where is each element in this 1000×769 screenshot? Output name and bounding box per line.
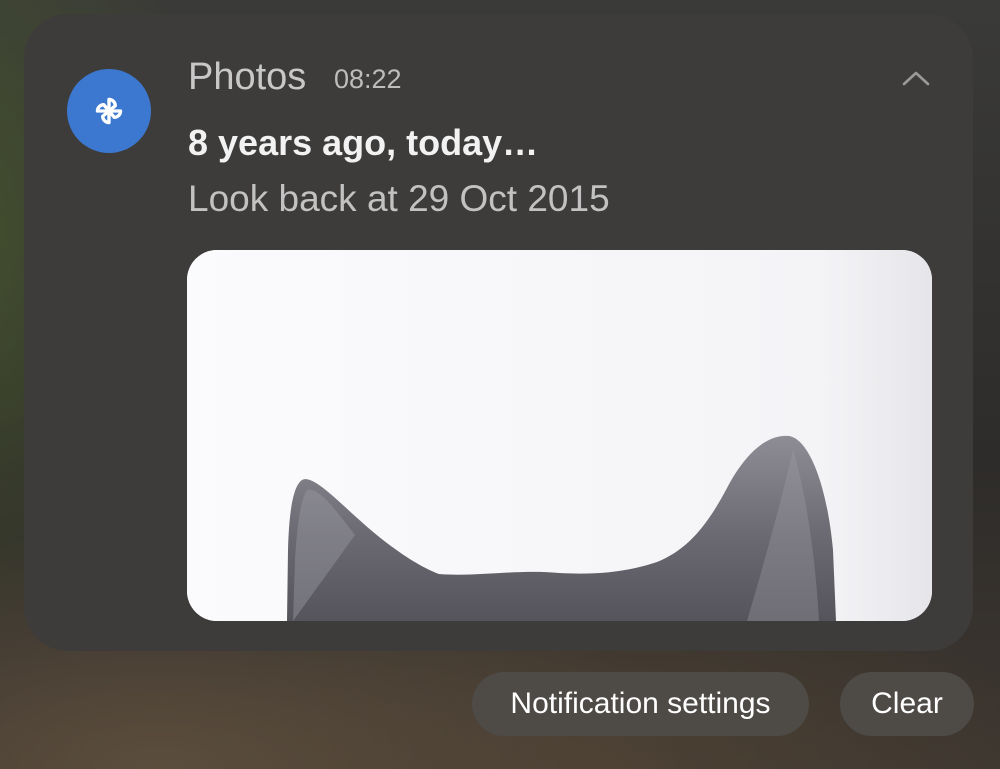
photos-app-icon (67, 69, 151, 153)
pinwheel-icon (95, 97, 123, 125)
app-name: Photos (188, 56, 307, 98)
clear-button[interactable]: Clear (840, 672, 974, 736)
notification-title: 8 years ago, today… (188, 122, 539, 163)
cat-ears-photo (187, 250, 932, 621)
chevron-up-icon (902, 71, 930, 86)
memory-photo[interactable] (187, 250, 932, 621)
notification-card[interactable]: Photos 08:22 8 years ago, today… Look ba… (24, 14, 973, 651)
notification-subtitle: Look back at 29 Oct 2015 (188, 178, 610, 219)
collapse-button[interactable] (896, 60, 936, 96)
notification-time: 08:22 (334, 64, 402, 94)
notification-settings-button[interactable]: Notification settings (472, 672, 809, 736)
